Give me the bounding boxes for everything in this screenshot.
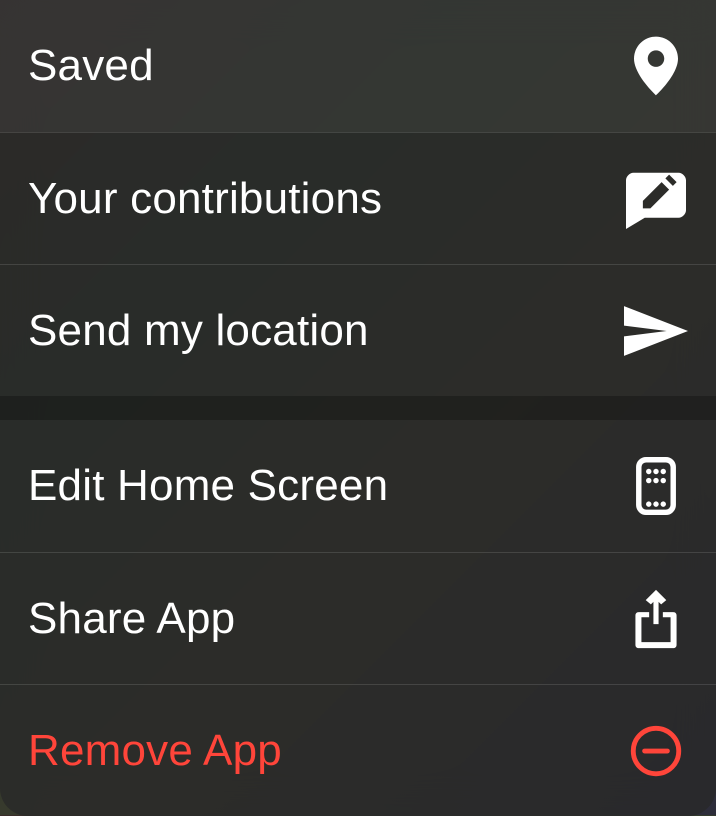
pin-icon [624, 34, 688, 98]
menu-item-send-location[interactable]: Send my location [0, 264, 716, 396]
menu-item-contributions[interactable]: Your contributions [0, 132, 716, 264]
menu-item-label: Edit Home Screen [28, 461, 388, 511]
send-icon [624, 299, 688, 363]
context-menu: Saved Your contributions Send my locatio… [0, 0, 716, 816]
menu-group-app-actions: Saved Your contributions Send my locatio… [0, 0, 716, 396]
edit-bubble-icon [624, 167, 688, 231]
menu-item-remove-app[interactable]: Remove App [0, 684, 716, 816]
menu-group-system-actions: Edit Home Screen Share App [0, 420, 716, 816]
phone-grid-icon [624, 454, 688, 518]
menu-item-label: Saved [28, 41, 154, 91]
menu-item-label: Remove App [28, 726, 282, 776]
share-icon [624, 587, 688, 651]
menu-item-edit-home-screen[interactable]: Edit Home Screen [0, 420, 716, 552]
menu-item-share-app[interactable]: Share App [0, 552, 716, 684]
menu-item-saved[interactable]: Saved [0, 0, 716, 132]
menu-item-label: Send my location [28, 306, 369, 356]
menu-item-label: Share App [28, 594, 235, 644]
menu-separator [0, 396, 716, 420]
menu-item-label: Your contributions [28, 174, 382, 224]
minus-circle-icon [624, 719, 688, 783]
